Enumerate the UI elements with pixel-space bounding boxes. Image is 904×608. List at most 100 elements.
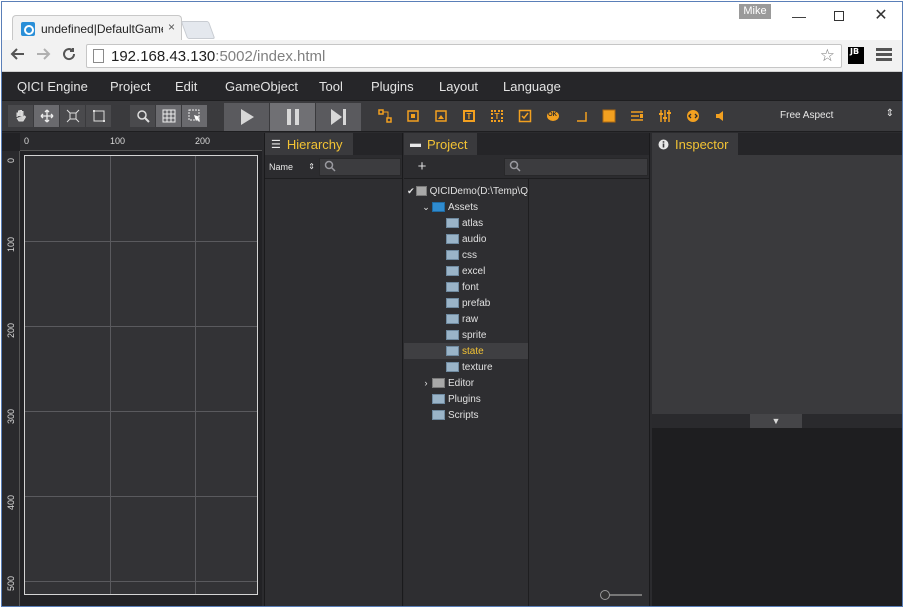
back-button[interactable] bbox=[7, 45, 29, 67]
hand-icon bbox=[16, 110, 26, 122]
project-panel: ▬ Project + ✔ QICIDemo(D:\Temp\Q ⌄ Asset… bbox=[404, 133, 650, 606]
tree-assets[interactable]: ⌄ Assets bbox=[404, 199, 528, 215]
project-header: ▬ Project bbox=[404, 133, 649, 155]
play-button[interactable] bbox=[224, 103, 269, 131]
pause-icon bbox=[286, 109, 299, 125]
view-tools bbox=[130, 105, 208, 127]
chevron-down-icon[interactable]: ⌄ bbox=[420, 202, 432, 213]
tab-inspector[interactable]: Inspector bbox=[652, 133, 739, 155]
menu-plugins[interactable]: Plugins bbox=[371, 79, 414, 94]
tab-close-icon[interactable]: × bbox=[168, 20, 175, 34]
folder-icon bbox=[432, 202, 445, 212]
project-title: Project bbox=[427, 136, 468, 152]
browser-tab[interactable]: undefined|DefaultGame|D × bbox=[12, 15, 182, 41]
chevron-right-icon[interactable]: › bbox=[420, 378, 432, 388]
select-arrows-icon: ⇕ bbox=[308, 162, 315, 171]
slider-knob[interactable] bbox=[600, 590, 610, 600]
ruler-vertical: 0 100 200 300 400 500 bbox=[2, 151, 20, 606]
move-tool-button[interactable] bbox=[34, 105, 60, 127]
info-icon bbox=[658, 139, 669, 149]
project-search-input[interactable] bbox=[504, 158, 648, 176]
tree-folder-state[interactable]: state bbox=[404, 343, 528, 359]
collapse-preview-button[interactable]: ▼ bbox=[750, 414, 802, 428]
hierarchy-search-input[interactable] bbox=[319, 158, 401, 176]
tree-folder-font[interactable]: font bbox=[404, 279, 528, 295]
forward-button[interactable] bbox=[32, 45, 54, 67]
add-asset-button[interactable]: + bbox=[410, 158, 434, 176]
step-forward-icon bbox=[330, 109, 346, 125]
page-icon bbox=[93, 49, 104, 63]
ok-label: OK bbox=[548, 112, 557, 118]
menu-tool[interactable]: Tool bbox=[319, 79, 343, 94]
window-minimize-button[interactable]: — bbox=[784, 6, 814, 26]
bookmark-star-icon[interactable]: ☆ bbox=[820, 46, 835, 66]
dom-node-icon[interactable] bbox=[685, 108, 701, 124]
scroll-view-icon[interactable] bbox=[629, 108, 645, 124]
hand-tool-button[interactable] bbox=[8, 105, 34, 127]
grid-toggle-button[interactable] bbox=[156, 105, 182, 127]
tree-label: sprite bbox=[462, 329, 487, 341]
profile-badge[interactable]: Mike bbox=[739, 4, 771, 19]
node-tool-icon[interactable] bbox=[377, 108, 393, 124]
scene-view[interactable]: 0 100 200 0 100 200 300 400 500 bbox=[2, 133, 262, 606]
sound-node-icon[interactable] bbox=[713, 108, 729, 124]
step-button[interactable] bbox=[316, 103, 361, 131]
tab-hierarchy[interactable]: ☰ Hierarchy bbox=[265, 133, 353, 155]
tree-folder-atlas[interactable]: atlas bbox=[404, 215, 528, 231]
chevron-down-icon[interactable]: ✔ bbox=[406, 186, 416, 197]
scale-tool-button[interactable] bbox=[60, 105, 86, 127]
browser-menu-icon[interactable] bbox=[876, 48, 892, 64]
window-close-button[interactable]: ✕ bbox=[866, 6, 896, 26]
tree-root[interactable]: ✔ QICIDemo(D:\Temp\Q bbox=[404, 183, 528, 199]
new-tab-button[interactable] bbox=[180, 21, 216, 39]
tree-folder-prefab[interactable]: prefab bbox=[404, 295, 528, 311]
menu-gameobject[interactable]: GameObject bbox=[225, 79, 298, 94]
hierarchy-title: Hierarchy bbox=[286, 136, 343, 152]
tree-folder-css[interactable]: css bbox=[404, 247, 528, 263]
address-bar[interactable]: 192.168.43.130:5002/index.html ☆ bbox=[86, 44, 842, 68]
aspect-ratio-select[interactable]: Free Aspect ⇕ bbox=[742, 106, 898, 126]
tree-folder-sprite[interactable]: sprite bbox=[404, 327, 528, 343]
image-node-icon[interactable] bbox=[433, 108, 449, 124]
tree-folder-texture[interactable]: texture bbox=[404, 359, 528, 375]
rect-tool-button[interactable] bbox=[86, 105, 112, 127]
tree-plugins[interactable]: Plugins bbox=[404, 391, 528, 407]
tree-folder-raw[interactable]: raw bbox=[404, 311, 528, 327]
ruler-v-label: 300 bbox=[6, 408, 16, 424]
menu-project[interactable]: Project bbox=[110, 79, 150, 94]
ruler-v-label: 200 bbox=[6, 322, 16, 338]
tree-label: atlas bbox=[462, 217, 484, 229]
reload-button[interactable] bbox=[58, 45, 80, 67]
bitmap-text-icon[interactable]: T bbox=[489, 108, 505, 124]
toggle-checkbox-icon[interactable] bbox=[517, 108, 533, 124]
sort-select[interactable]: Name ⇕ bbox=[267, 159, 317, 175]
menu-language[interactable]: Language bbox=[503, 79, 561, 94]
tree-scripts[interactable]: Scripts bbox=[404, 407, 528, 423]
tab-project[interactable]: ▬ Project bbox=[404, 133, 478, 155]
menu-qici-engine[interactable]: QICI Engine bbox=[17, 79, 88, 94]
anchor-node-icon[interactable] bbox=[573, 108, 589, 124]
icon-size-slider[interactable] bbox=[600, 590, 642, 600]
window-maximize-button[interactable] bbox=[824, 6, 854, 26]
tree-editor[interactable]: › Editor bbox=[404, 375, 528, 391]
pause-button[interactable] bbox=[270, 103, 315, 131]
tree-folder-excel[interactable]: excel bbox=[404, 263, 528, 279]
tree-label: font bbox=[462, 281, 479, 293]
select-tool-button[interactable] bbox=[182, 105, 208, 127]
browser-titlebar: undefined|DefaultGame|D × Mike — ✕ bbox=[2, 2, 902, 41]
text-node-icon[interactable]: T bbox=[461, 108, 477, 124]
tree-folder-audio[interactable]: audio bbox=[404, 231, 528, 247]
jetbrains-extension-icon[interactable]: JB bbox=[848, 47, 864, 64]
button-node-icon[interactable]: OK bbox=[545, 108, 561, 124]
grid-line bbox=[195, 156, 196, 594]
tree-label: prefab bbox=[462, 297, 491, 309]
empty-node-icon[interactable] bbox=[405, 108, 421, 124]
zoom-tool-button[interactable] bbox=[130, 105, 156, 127]
tree-label: QICIDemo(D:\Temp\Q bbox=[429, 185, 528, 197]
menu-layout[interactable]: Layout bbox=[439, 79, 478, 94]
slider-node-icon[interactable] bbox=[657, 108, 673, 124]
game-stage[interactable] bbox=[24, 155, 258, 595]
sprite-node-icon[interactable] bbox=[601, 108, 617, 124]
menu-edit[interactable]: Edit bbox=[175, 79, 197, 94]
url-text[interactable]: 192.168.43.130:5002/index.html bbox=[111, 48, 325, 65]
